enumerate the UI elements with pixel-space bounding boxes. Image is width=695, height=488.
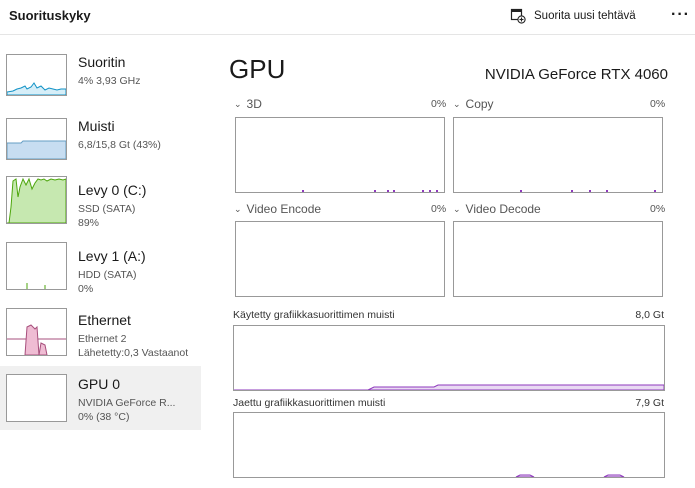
cpu-thumbnail	[6, 54, 67, 96]
sidebar-item-detail: 0% (38 °C)	[78, 411, 130, 423]
dedicated-memory-label: Käytetty grafiikkasuorittimen muisti	[233, 309, 395, 321]
engine-label: Video Encode	[246, 202, 322, 216]
chevron-down-icon: ⌄	[234, 98, 242, 109]
header-bar: Suorituskyky Suorita uusi tehtävä ···	[0, 0, 695, 35]
more-options-button[interactable]: ···	[671, 6, 690, 24]
sidebar-item-label: GPU 0	[78, 376, 121, 392]
sidebar-item-label: Levy 1 (A:)	[78, 248, 146, 264]
dedicated-memory-value: 8,0 Gt	[635, 309, 664, 321]
sidebar-item-ethernet[interactable]: Ethernet Ethernet 2 Lähetetty:0,3 Vastaa…	[0, 302, 201, 366]
sidebar-item-detail: Ethernet 2	[78, 333, 127, 345]
chevron-down-icon: ⌄	[234, 203, 242, 214]
sidebar-item-detail: 6,8/15,8 Gt (43%)	[78, 139, 161, 151]
engine-percent: 0%	[431, 203, 447, 215]
sidebar-item-label: Levy 0 (C:)	[78, 182, 147, 198]
dedicated-memory-graph	[233, 325, 665, 391]
engine-selector-video-encode[interactable]: ⌄ Video Encode	[234, 202, 321, 216]
gpu-model-name: NVIDIA GeForce RTX 4060	[484, 66, 668, 83]
run-new-task-label: Suorita uusi tehtävä	[534, 10, 636, 22]
disk-0-thumbnail	[6, 176, 67, 224]
sidebar-item-memory[interactable]: Muisti 6,8/15,8 Gt (43%)	[0, 108, 201, 172]
engine-percent: 0%	[650, 203, 666, 215]
gpu-heading: GPU	[229, 54, 286, 84]
gpu-detail-panel: GPU NVIDIA GeForce RTX 4060 ⌄ 3D 0% ⌄ Co…	[218, 44, 688, 488]
chevron-down-icon: ⌄	[453, 203, 461, 214]
sidebar-item-disk-0[interactable]: Levy 0 (C:) SSD (SATA) 89%	[0, 172, 201, 236]
engine-selector-3d[interactable]: ⌄ 3D	[234, 97, 262, 111]
memory-thumbnail	[6, 118, 67, 160]
engine-graph-copy	[453, 117, 663, 193]
sidebar-item-label: Suoritin	[78, 54, 126, 70]
disk-1-thumbnail	[6, 242, 67, 290]
shared-memory-graph	[233, 412, 665, 478]
shared-memory-label: Jaettu grafiikkasuorittimen muisti	[233, 397, 386, 409]
engine-graph-video-decode	[453, 221, 663, 297]
ethernet-thumbnail	[6, 308, 67, 356]
chevron-down-icon: ⌄	[453, 98, 461, 109]
sidebar-item-disk-1[interactable]: Levy 1 (A:) HDD (SATA) 0%	[0, 238, 201, 302]
engine-label: Copy	[465, 97, 494, 111]
sidebar-item-detail: 4% 3,93 GHz	[78, 75, 141, 87]
engine-percent: 0%	[431, 98, 447, 110]
performance-sidebar: Suoritin 4% 3,93 GHz Muisti 6,8/15,8 Gt …	[0, 44, 201, 488]
sidebar-item-detail: 89%	[78, 217, 100, 229]
run-new-task-button[interactable]: Suorita uusi tehtävä	[510, 7, 636, 25]
sidebar-item-label: Ethernet	[78, 312, 131, 328]
engine-selector-copy[interactable]: ⌄ Copy	[453, 97, 494, 111]
new-task-icon	[510, 8, 526, 24]
gpu-thumbnail	[6, 374, 67, 422]
sidebar-item-detail: NVIDIA GeForce R...	[78, 397, 176, 409]
engine-graph-video-encode	[235, 221, 445, 297]
engine-label: Video Decode	[465, 202, 541, 216]
sidebar-item-detail: SSD (SATA)	[78, 203, 136, 215]
engine-selector-video-decode[interactable]: ⌄ Video Decode	[453, 202, 541, 216]
sidebar-item-cpu[interactable]: Suoritin 4% 3,93 GHz	[0, 44, 201, 108]
engine-label: 3D	[246, 97, 262, 111]
sidebar-item-detail: 0%	[78, 283, 94, 295]
sidebar-item-detail: HDD (SATA)	[78, 269, 137, 281]
engine-graph-3d	[235, 117, 445, 193]
engine-percent: 0%	[650, 98, 666, 110]
shared-memory-value: 7,9 Gt	[635, 397, 664, 409]
page-title: Suorituskyky	[9, 8, 91, 23]
sidebar-item-gpu-0[interactable]: GPU 0 NVIDIA GeForce R... 0% (38 °C)	[0, 366, 201, 430]
sidebar-item-detail: Lähetetty:0,3 Vastaanot	[78, 347, 189, 359]
sidebar-item-label: Muisti	[78, 118, 115, 134]
